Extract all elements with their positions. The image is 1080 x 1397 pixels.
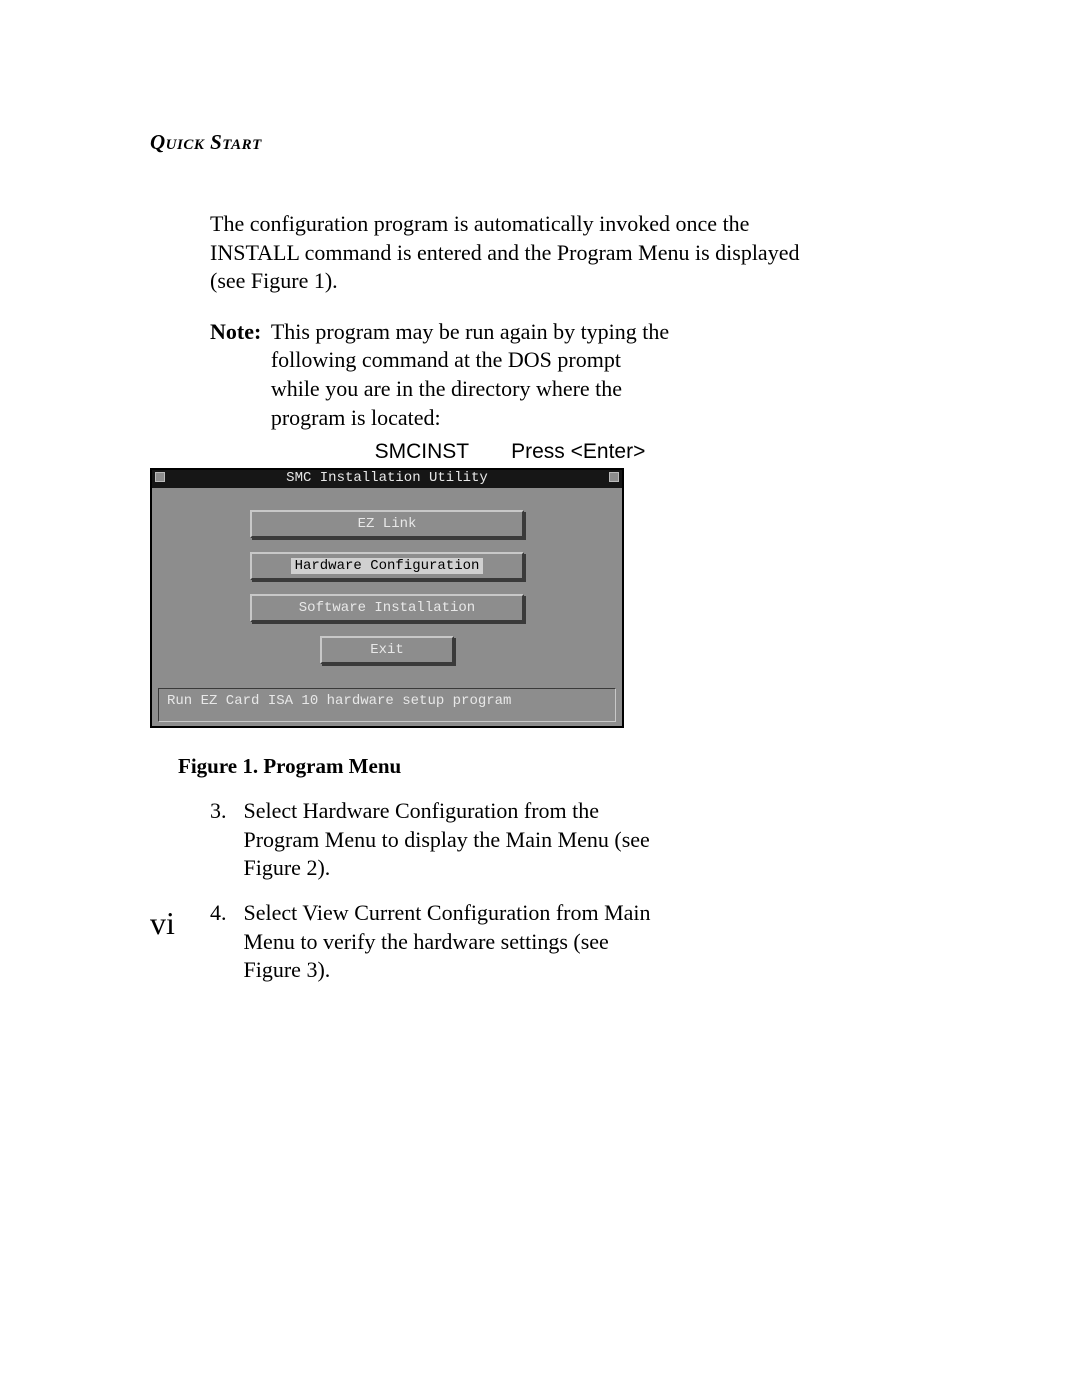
step-3-number: 3. (210, 797, 238, 826)
page-number: vi (150, 905, 175, 942)
dos-status-bar: Run EZ Card ISA 10 hardware setup progra… (158, 688, 616, 722)
intro-paragraph: The configuration program is automatical… (210, 210, 800, 296)
step-4-text: Select View Current Configuration from M… (244, 899, 664, 985)
hardware-config-button[interactable]: Hardware Configuration (250, 552, 524, 580)
dos-titlebar: SMC Installation Utility (152, 470, 622, 488)
figure-caption: Figure 1. Program Menu (178, 754, 920, 779)
page: Quick Start The configuration program is… (0, 0, 1080, 1397)
note-text: This program may be run again by typing … (271, 318, 671, 432)
command-line: SMCINST Press <Enter> (100, 440, 920, 464)
step-3-text: Select Hardware Configuration from the P… (244, 797, 664, 883)
step-3: 3. Select Hardware Configuration from th… (210, 797, 800, 883)
figure-1: SMC Installation Utility EZ Link Hardwar… (150, 468, 920, 728)
software-install-button[interactable]: Software Installation (250, 594, 524, 622)
exit-label: Exit (370, 642, 404, 658)
ez-link-label: EZ Link (358, 516, 417, 532)
dos-menu-body: EZ Link Hardware Configuration Software … (152, 488, 622, 688)
note-label: Note: (210, 318, 261, 347)
software-install-label: Software Installation (299, 600, 475, 616)
dos-window: SMC Installation Utility EZ Link Hardwar… (150, 468, 624, 728)
dos-title-text: SMC Installation Utility (286, 470, 488, 486)
step-4: 4. Select View Current Configuration fro… (210, 899, 800, 985)
hardware-config-label: Hardware Configuration (291, 558, 484, 574)
step-4-number: 4. (210, 899, 238, 928)
ez-link-button[interactable]: EZ Link (250, 510, 524, 538)
note-block: Note: This program may be run again by t… (210, 318, 800, 432)
exit-button[interactable]: Exit (320, 636, 454, 664)
step-list: 3. Select Hardware Configuration from th… (210, 797, 800, 985)
section-header: Quick Start (150, 130, 920, 155)
